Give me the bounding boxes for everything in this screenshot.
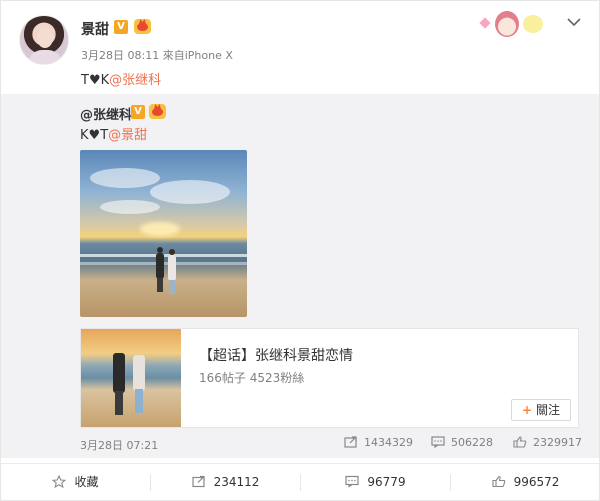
repost-button[interactable]: 234112 [151,464,300,501]
repost-verified-icon: V [131,105,145,119]
weibo-post-card: 景甜 V 3月28日 08:11 來自iPhone X T♥K@张继科 @张继科… [0,0,600,501]
repost-vip-crown-icon [149,104,166,119]
action-bar: 收藏 234112 96779 996572 [1,463,599,501]
post-text-prefix: T [81,73,89,88]
supertopic-title[interactable]: 【超话】张继科景甜恋情 [199,345,353,365]
like-button[interactable]: 996572 [451,464,600,501]
repost-text-prefix: K [80,128,89,143]
avatar-face [37,28,53,48]
mention-link[interactable]: @张继科 [109,73,161,88]
star-icon [52,475,67,488]
repost-count: 234112 [213,475,260,489]
share-icon [191,475,205,488]
comment-button[interactable]: 96779 [301,464,450,501]
supertopic-card[interactable]: 【超话】张继科景甜恋情 166帖子 4523粉絲 + 關注 [80,328,579,428]
repost-text: K♥T@景甜 [80,124,147,143]
repost-username[interactable]: @张继科 [80,104,132,123]
repost-container: @张继科 V K♥T@景甜 【超话】张继科景甜恋情 166帖子 4523粉絲 +… [1,94,599,458]
comment-icon [431,436,445,448]
like-count: 996572 [513,475,560,489]
post-date[interactable]: 3月28日 08:11 [81,49,159,62]
repost-like-value: 2329917 [533,436,582,449]
repost-date[interactable]: 3月28日 07:21 [80,437,158,453]
post-meta: 3月28日 08:11 來自iPhone X [81,47,233,63]
favorite-label: 收藏 [74,475,99,489]
follow-button[interactable]: + 關注 [511,399,571,421]
post-source: 來自iPhone X [162,49,233,62]
share-icon [344,436,357,448]
plus-icon: + [521,403,533,417]
repost-heart-glyph: ♥ [88,128,101,143]
avatar-body [28,50,62,64]
thumbs-up-icon [492,475,505,488]
chevron-down-icon[interactable] [567,17,581,27]
heart-glyph: ♥ [88,73,101,88]
thumbs-up-icon [513,436,527,448]
repost-like-count[interactable]: 2329917 [513,436,582,450]
repost-comment-value: 506228 [451,436,493,449]
supertopic-thumbnail [81,329,181,427]
repost-forward-count[interactable]: 1434329 [344,436,413,450]
post-username[interactable]: 景甜 [81,19,109,39]
repost-forward-value: 1434329 [364,436,413,449]
post-text: T♥K@张继科 [81,69,161,88]
post-text-suffix: K [100,73,110,88]
beach-photo[interactable] [80,150,247,317]
repost-username-text[interactable]: @张继科 [80,108,132,123]
comment-icon [345,475,360,488]
follow-label: 關注 [536,403,561,417]
repost-text-suffix: T [100,128,109,143]
decoration-sticker-icon [479,9,553,39]
verified-icon: V [114,20,128,34]
comment-count: 96779 [367,475,406,489]
favorite-button[interactable]: 收藏 [1,464,150,501]
repost-mention-link[interactable]: @景甜 [108,128,147,143]
repost-comment-count[interactable]: 506228 [431,436,493,450]
supertopic-stats: 166帖子 4523粉絲 [199,371,305,385]
vip-crown-icon [134,19,151,34]
avatar[interactable] [19,15,69,65]
